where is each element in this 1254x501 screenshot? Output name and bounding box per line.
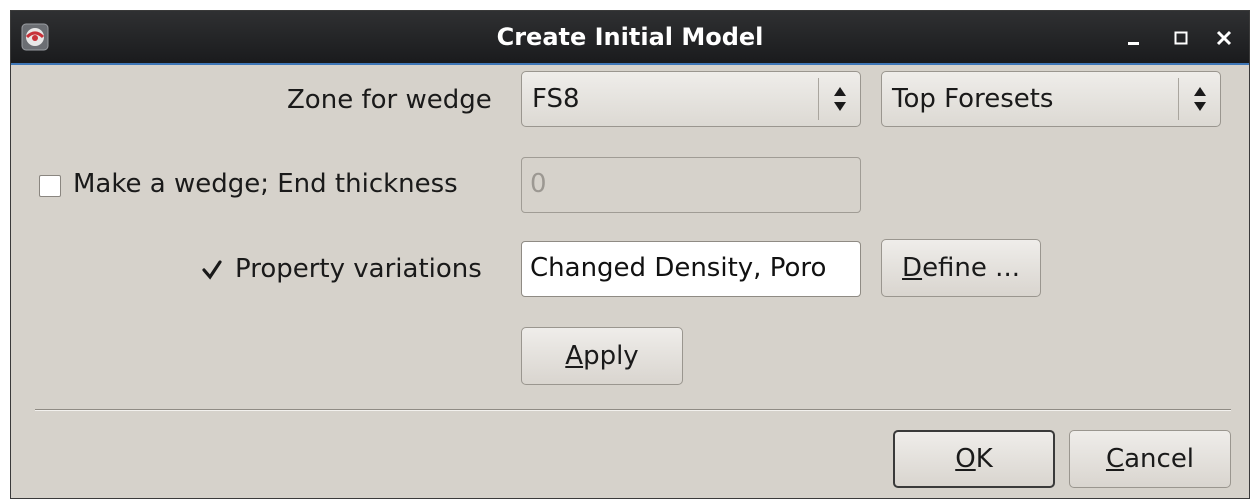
- apply-mnemonic: A: [565, 341, 584, 371]
- cancel-label: ancel: [1124, 444, 1195, 474]
- make-wedge-checkbox[interactable]: [39, 175, 61, 197]
- zone-select-value: FS8: [532, 84, 580, 114]
- close-button[interactable]: [1207, 21, 1241, 55]
- define-label: efine ...: [922, 253, 1020, 283]
- minimize-button[interactable]: [1117, 21, 1151, 55]
- foresets-select[interactable]: Top Foresets: [881, 71, 1221, 127]
- close-icon: [1216, 30, 1232, 46]
- footer-divider: [35, 409, 1231, 411]
- up-down-arrows-icon: [834, 87, 846, 111]
- combo-separator: [818, 78, 819, 120]
- end-thickness-field[interactable]: 0: [521, 157, 861, 213]
- cancel-mnemonic: C: [1105, 444, 1125, 474]
- ok-button[interactable]: OK: [893, 430, 1055, 488]
- dialog-window: Create Initial Model Zone for wedge FS8 …: [10, 10, 1250, 499]
- zone-select[interactable]: FS8: [521, 71, 861, 127]
- zone-label: Zone for wedge: [287, 85, 492, 115]
- up-down-arrows-icon: [1194, 87, 1206, 111]
- apply-button[interactable]: Apply: [521, 327, 683, 385]
- property-variations-field[interactable]: Changed Density, Poro: [521, 241, 861, 297]
- combo-separator: [1178, 78, 1179, 120]
- title-bar[interactable]: Create Initial Model: [11, 11, 1249, 65]
- make-wedge-label[interactable]: Make a wedge; End thickness: [73, 169, 458, 199]
- foresets-select-value: Top Foresets: [892, 84, 1054, 114]
- minimize-icon: [1128, 42, 1139, 45]
- define-mnemonic: D: [902, 253, 923, 283]
- maximize-button[interactable]: [1164, 21, 1198, 55]
- define-button[interactable]: Define ...: [881, 239, 1041, 297]
- ok-mnemonic: O: [955, 444, 976, 474]
- window-title: Create Initial Model: [496, 23, 764, 51]
- cancel-button[interactable]: Cancel: [1069, 430, 1231, 488]
- apply-label: pply: [583, 341, 639, 371]
- maximize-icon: [1174, 31, 1188, 45]
- checkmark-icon: [202, 260, 222, 280]
- ok-label: K: [975, 444, 993, 474]
- property-variations-label[interactable]: Property variations: [235, 254, 482, 284]
- property-variations-checkbox[interactable]: [201, 259, 223, 281]
